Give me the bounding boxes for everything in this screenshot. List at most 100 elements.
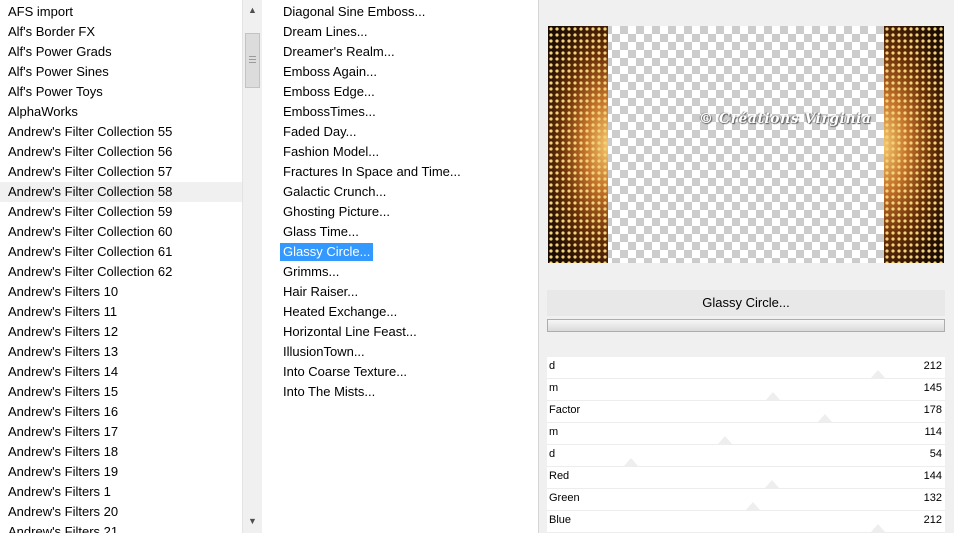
slider-thumb[interactable] bbox=[746, 502, 761, 510]
filter-item[interactable]: Fashion Model... bbox=[280, 142, 530, 162]
slider-thumb[interactable] bbox=[764, 480, 779, 488]
filter-item-label: Dream Lines... bbox=[283, 24, 368, 39]
filter-item[interactable]: Horizontal Line Feast... bbox=[280, 322, 530, 342]
slider-label: Red bbox=[549, 470, 570, 482]
category-item[interactable]: Andrew's Filter Collection 62 bbox=[0, 262, 242, 282]
filter-item[interactable]: Dream Lines... bbox=[280, 22, 530, 42]
slider-label: Blue bbox=[549, 514, 572, 526]
category-item[interactable]: Andrew's Filter Collection 59 bbox=[0, 202, 242, 222]
selected-filter-title: Glassy Circle... bbox=[547, 290, 945, 316]
slider-row[interactable]: Blue 212 bbox=[547, 511, 945, 533]
filter-item[interactable]: Emboss Again... bbox=[280, 62, 530, 82]
slider-thumb[interactable] bbox=[870, 370, 885, 378]
filter-item-label: Emboss Edge... bbox=[283, 84, 375, 99]
filter-item[interactable]: Heated Exchange... bbox=[280, 302, 530, 322]
category-item[interactable]: Andrew's Filter Collection 56 bbox=[0, 142, 242, 162]
slider-label: m bbox=[549, 382, 559, 394]
preview-left-band bbox=[548, 26, 608, 263]
slider-thumb[interactable] bbox=[717, 436, 732, 444]
slider-row[interactable]: d 54 bbox=[547, 445, 945, 467]
category-item[interactable]: Andrew's Filter Collection 58 bbox=[0, 182, 242, 202]
category-item[interactable]: Andrew's Filters 18 bbox=[0, 442, 242, 462]
slider-label: m bbox=[549, 426, 559, 438]
category-item[interactable]: Andrew's Filters 17 bbox=[0, 422, 242, 442]
category-item[interactable]: Andrew's Filters 15 bbox=[0, 382, 242, 402]
grip-line bbox=[249, 62, 256, 63]
category-item[interactable]: Alf's Power Sines bbox=[0, 62, 242, 82]
filter-list[interactable]: Diagonal Sine Emboss... Dream Lines... Dre… bbox=[280, 2, 530, 402]
filter-item[interactable]: Faded Day... bbox=[280, 122, 530, 142]
category-item[interactable]: Andrew's Filters 19 bbox=[0, 462, 242, 482]
filter-item[interactable]: Glass Time... bbox=[280, 222, 530, 242]
slider-row[interactable]: Factor 178 bbox=[547, 401, 945, 423]
filter-item[interactable]: Into Coarse Texture... bbox=[280, 362, 530, 382]
slider-row[interactable]: m 114 bbox=[547, 423, 945, 445]
filter-item[interactable]: Dreamer's Realm... bbox=[280, 42, 530, 62]
filter-item[interactable]: Diagonal Sine Emboss... bbox=[280, 2, 530, 22]
filter-item-label: Into The Mists... bbox=[283, 384, 376, 399]
slider-label: Factor bbox=[549, 404, 581, 416]
category-item[interactable]: Andrew's Filter Collection 57 bbox=[0, 162, 242, 182]
slider-value: 212 bbox=[923, 360, 942, 372]
filter-item-label: Grimms... bbox=[283, 264, 340, 279]
slider-thumb[interactable] bbox=[870, 524, 885, 532]
scroll-up-arrow-icon[interactable]: ▲ bbox=[243, 0, 262, 20]
category-item[interactable]: Alf's Power Grads bbox=[0, 42, 242, 62]
filter-item-label: Galactic Crunch... bbox=[283, 184, 387, 199]
category-item[interactable]: Andrew's Filter Collection 60 bbox=[0, 222, 242, 242]
category-item[interactable]: Andrew's Filters 20 bbox=[0, 502, 242, 522]
category-scrollbar[interactable]: ▲ ▼ bbox=[242, 0, 262, 533]
filter-item[interactable]: IllusionTown... bbox=[280, 342, 530, 362]
category-item[interactable]: AFS import bbox=[0, 2, 242, 22]
category-item[interactable]: Andrew's Filters 10 bbox=[0, 282, 242, 302]
slider-label: d bbox=[549, 448, 556, 460]
progress-bar bbox=[547, 319, 945, 332]
category-item[interactable]: Andrew's Filters 16 bbox=[0, 402, 242, 422]
filter-item[interactable]: Hair Raiser... bbox=[280, 282, 530, 302]
filter-item[interactable]: Galactic Crunch... bbox=[280, 182, 530, 202]
preview-image bbox=[548, 26, 944, 263]
category-item[interactable]: Andrew's Filters 11 bbox=[0, 302, 242, 322]
grip-line bbox=[249, 59, 256, 60]
slider-value: 178 bbox=[923, 404, 942, 416]
filter-item[interactable]: Emboss Edge... bbox=[280, 82, 530, 102]
category-item[interactable]: Alf's Border FX bbox=[0, 22, 242, 42]
category-item[interactable]: Alf's Power Toys bbox=[0, 82, 242, 102]
category-item[interactable]: AlphaWorks bbox=[0, 102, 242, 122]
filter-item[interactable]: Grimms... bbox=[280, 262, 530, 282]
category-item[interactable]: Andrew's Filter Collection 55 bbox=[0, 122, 242, 142]
filter-item[interactable]: Ghosting Picture... bbox=[280, 202, 530, 222]
filter-item-label: Glassy Circle... bbox=[280, 243, 374, 261]
category-list[interactable]: AFS import Alf's Border FX Alf's Power Gra… bbox=[0, 2, 242, 533]
category-item[interactable]: Andrew's Filters 14 bbox=[0, 362, 242, 382]
filter-item[interactable]: Fractures In Space and Time... bbox=[280, 162, 530, 182]
scroll-down-arrow-icon[interactable]: ▼ bbox=[243, 511, 262, 531]
slider-row[interactable]: m 145 bbox=[547, 379, 945, 401]
slider-thumb[interactable] bbox=[766, 392, 781, 400]
slider-row[interactable]: Red 144 bbox=[547, 467, 945, 489]
slider-value: 54 bbox=[929, 448, 942, 460]
filter-item[interactable]: EmbossTimes... bbox=[280, 102, 530, 122]
filter-item[interactable]: Glassy Circle... bbox=[280, 242, 530, 262]
preview-right-band bbox=[884, 26, 944, 263]
filter-item-label: IllusionTown... bbox=[283, 344, 365, 359]
slider-label: d bbox=[549, 360, 556, 372]
watermark-text: © Créations Virginia bbox=[699, 111, 872, 127]
category-item[interactable]: Andrew's Filters 12 bbox=[0, 322, 242, 342]
scroll-thumb[interactable] bbox=[245, 33, 260, 88]
filter-item-label: Hair Raiser... bbox=[283, 284, 359, 299]
category-list-panel: AFS import Alf's Border FX Alf's Power Gra… bbox=[0, 0, 262, 533]
filter-item-label: Emboss Again... bbox=[283, 64, 377, 79]
category-item[interactable]: Andrew's Filters 13 bbox=[0, 342, 242, 362]
category-item[interactable]: Andrew's Filters 21 bbox=[0, 522, 242, 533]
filter-item[interactable]: Into The Mists... bbox=[280, 382, 530, 402]
category-item[interactable]: Andrew's Filters 1 bbox=[0, 482, 242, 502]
slider-label: Green bbox=[549, 492, 580, 504]
filter-item-label: Fashion Model... bbox=[283, 144, 380, 159]
slider-row[interactable]: d 212 bbox=[547, 357, 945, 379]
filter-item-label: Dreamer's Realm... bbox=[283, 44, 395, 59]
slider-thumb[interactable] bbox=[624, 458, 639, 466]
slider-row[interactable]: Green 132 bbox=[547, 489, 945, 511]
slider-thumb[interactable] bbox=[817, 414, 832, 422]
category-item[interactable]: Andrew's Filter Collection 61 bbox=[0, 242, 242, 262]
